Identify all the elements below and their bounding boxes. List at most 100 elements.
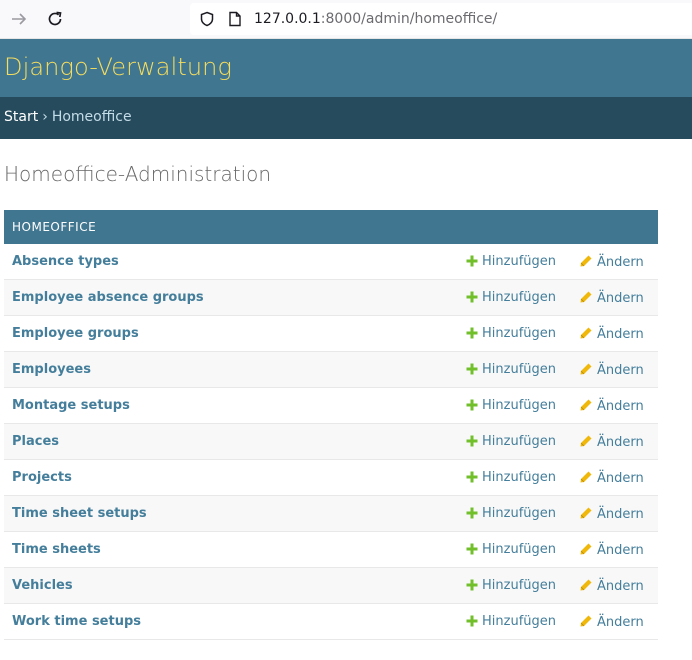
model-name-link[interactable]: Employees — [12, 362, 91, 377]
add-link[interactable]: Hinzufügen — [466, 326, 556, 341]
add-label: Hinzufügen — [482, 542, 556, 557]
site-name-link[interactable]: Django-Verwaltung — [4, 53, 232, 81]
page-title: Homeoffice-Administration — [4, 162, 272, 186]
pencil-icon — [580, 435, 592, 447]
add-label: Hinzufügen — [482, 614, 556, 629]
pencil-icon — [580, 471, 592, 483]
model-row: Places Hinzufügen Ändern — [4, 424, 658, 460]
change-label: Ändern — [597, 615, 644, 630]
change-label: Ändern — [597, 327, 644, 342]
url-bar[interactable]: 127.0.0.1:8000/admin/homeoffice/ — [190, 3, 692, 35]
app-module: Homeoffice Absence types Hinzufügen Ändern… — [4, 210, 658, 640]
add-link[interactable]: Hinzufügen — [466, 398, 556, 413]
add-link[interactable]: Hinzufügen — [466, 542, 556, 557]
pencil-icon — [580, 543, 592, 555]
pencil-icon — [580, 363, 592, 375]
add-label: Hinzufügen — [482, 578, 556, 593]
shield-icon[interactable] — [198, 10, 216, 28]
model-name-link[interactable]: Employee groups — [12, 326, 139, 341]
pencil-icon — [580, 291, 592, 303]
change-link[interactable]: Ändern — [579, 326, 644, 342]
page-icon[interactable] — [226, 10, 244, 28]
model-name-link[interactable]: Time sheets — [12, 542, 101, 557]
model-row: Vehicles Hinzufügen Ändern — [4, 568, 658, 604]
change-label: Ändern — [597, 255, 644, 270]
add-label: Hinzufügen — [482, 506, 556, 521]
change-label: Ändern — [597, 471, 644, 486]
change-link[interactable]: Ändern — [579, 290, 644, 306]
add-link[interactable]: Hinzufügen — [466, 434, 556, 449]
add-link[interactable]: Hinzufügen — [466, 290, 556, 305]
breadcrumb-current: Homeoffice — [51, 109, 132, 125]
change-link[interactable]: Ändern — [579, 470, 644, 486]
pencil-icon — [580, 399, 592, 411]
forward-arrow-icon[interactable] — [8, 8, 30, 30]
add-label: Hinzufügen — [482, 434, 556, 449]
reload-icon[interactable] — [44, 8, 66, 30]
plus-icon — [466, 255, 478, 267]
change-link[interactable]: Ändern — [579, 614, 644, 630]
module-caption-link[interactable]: Homeoffice — [4, 210, 658, 244]
plus-icon — [466, 327, 478, 339]
url-text[interactable]: 127.0.0.1:8000/admin/homeoffice/ — [254, 11, 497, 27]
add-label: Hinzufügen — [482, 254, 556, 269]
model-row: Employee groups Hinzufügen Ändern — [4, 316, 658, 352]
model-name-link[interactable]: Time sheet setups — [12, 506, 147, 521]
add-label: Hinzufügen — [482, 290, 556, 305]
add-link[interactable]: Hinzufügen — [466, 470, 556, 485]
url-path: :8000/admin/homeoffice/ — [320, 11, 498, 27]
change-label: Ändern — [597, 399, 644, 414]
add-label: Hinzufügen — [482, 470, 556, 485]
change-label: Ändern — [597, 435, 644, 450]
pencil-icon — [580, 327, 592, 339]
change-label: Ändern — [597, 543, 644, 558]
add-link[interactable]: Hinzufügen — [466, 614, 556, 629]
plus-icon — [466, 543, 478, 555]
change-link[interactable]: Ändern — [579, 578, 644, 594]
plus-icon — [466, 579, 478, 591]
model-row: Employee absence groups Hinzufügen Ändern — [4, 280, 658, 316]
model-name-link[interactable]: Montage setups — [12, 398, 130, 413]
plus-icon — [466, 291, 478, 303]
add-link[interactable]: Hinzufügen — [466, 254, 556, 269]
change-link[interactable]: Ändern — [579, 542, 644, 558]
change-link[interactable]: Ändern — [579, 254, 644, 270]
add-link[interactable]: Hinzufügen — [466, 578, 556, 593]
model-name-link[interactable]: Absence types — [12, 254, 119, 269]
plus-icon — [466, 363, 478, 375]
model-row: Work time setups Hinzufügen Ändern — [4, 604, 658, 640]
change-label: Ändern — [597, 507, 644, 522]
pencil-icon — [580, 255, 592, 267]
plus-icon — [466, 615, 478, 627]
breadcrumb-home-link[interactable]: Start — [4, 109, 38, 125]
pencil-icon — [580, 507, 592, 519]
plus-icon — [466, 399, 478, 411]
model-row: Absence types Hinzufügen Ändern — [4, 244, 658, 280]
model-name-link[interactable]: Projects — [12, 470, 72, 485]
browser-toolbar: 127.0.0.1:8000/admin/homeoffice/ — [0, 0, 692, 39]
model-row: Time sheet setups Hinzufügen Ändern — [4, 496, 658, 532]
plus-icon — [466, 507, 478, 519]
add-link[interactable]: Hinzufügen — [466, 506, 556, 521]
add-link[interactable]: Hinzufügen — [466, 362, 556, 377]
add-label: Hinzufügen — [482, 326, 556, 341]
model-name-link[interactable]: Places — [12, 434, 59, 449]
model-name-link[interactable]: Vehicles — [12, 578, 73, 593]
change-label: Ändern — [597, 363, 644, 378]
model-row: Employees Hinzufügen Ändern — [4, 352, 658, 388]
model-row: Time sheets Hinzufügen Ändern — [4, 532, 658, 568]
model-name-link[interactable]: Employee absence groups — [12, 290, 204, 305]
change-link[interactable]: Ändern — [579, 434, 644, 450]
site-header: Django-Verwaltung — [0, 39, 692, 97]
plus-icon — [466, 435, 478, 447]
add-label: Hinzufügen — [482, 398, 556, 413]
change-link[interactable]: Ändern — [579, 398, 644, 414]
change-link[interactable]: Ändern — [579, 506, 644, 522]
model-name-link[interactable]: Work time setups — [12, 614, 141, 629]
change-link[interactable]: Ändern — [579, 362, 644, 378]
model-list: Absence types Hinzufügen Ändern Employee ab… — [4, 244, 658, 640]
plus-icon — [466, 471, 478, 483]
breadcrumb: Start › Homeoffice — [0, 97, 692, 139]
breadcrumb-separator: › — [42, 109, 48, 125]
add-label: Hinzufügen — [482, 362, 556, 377]
